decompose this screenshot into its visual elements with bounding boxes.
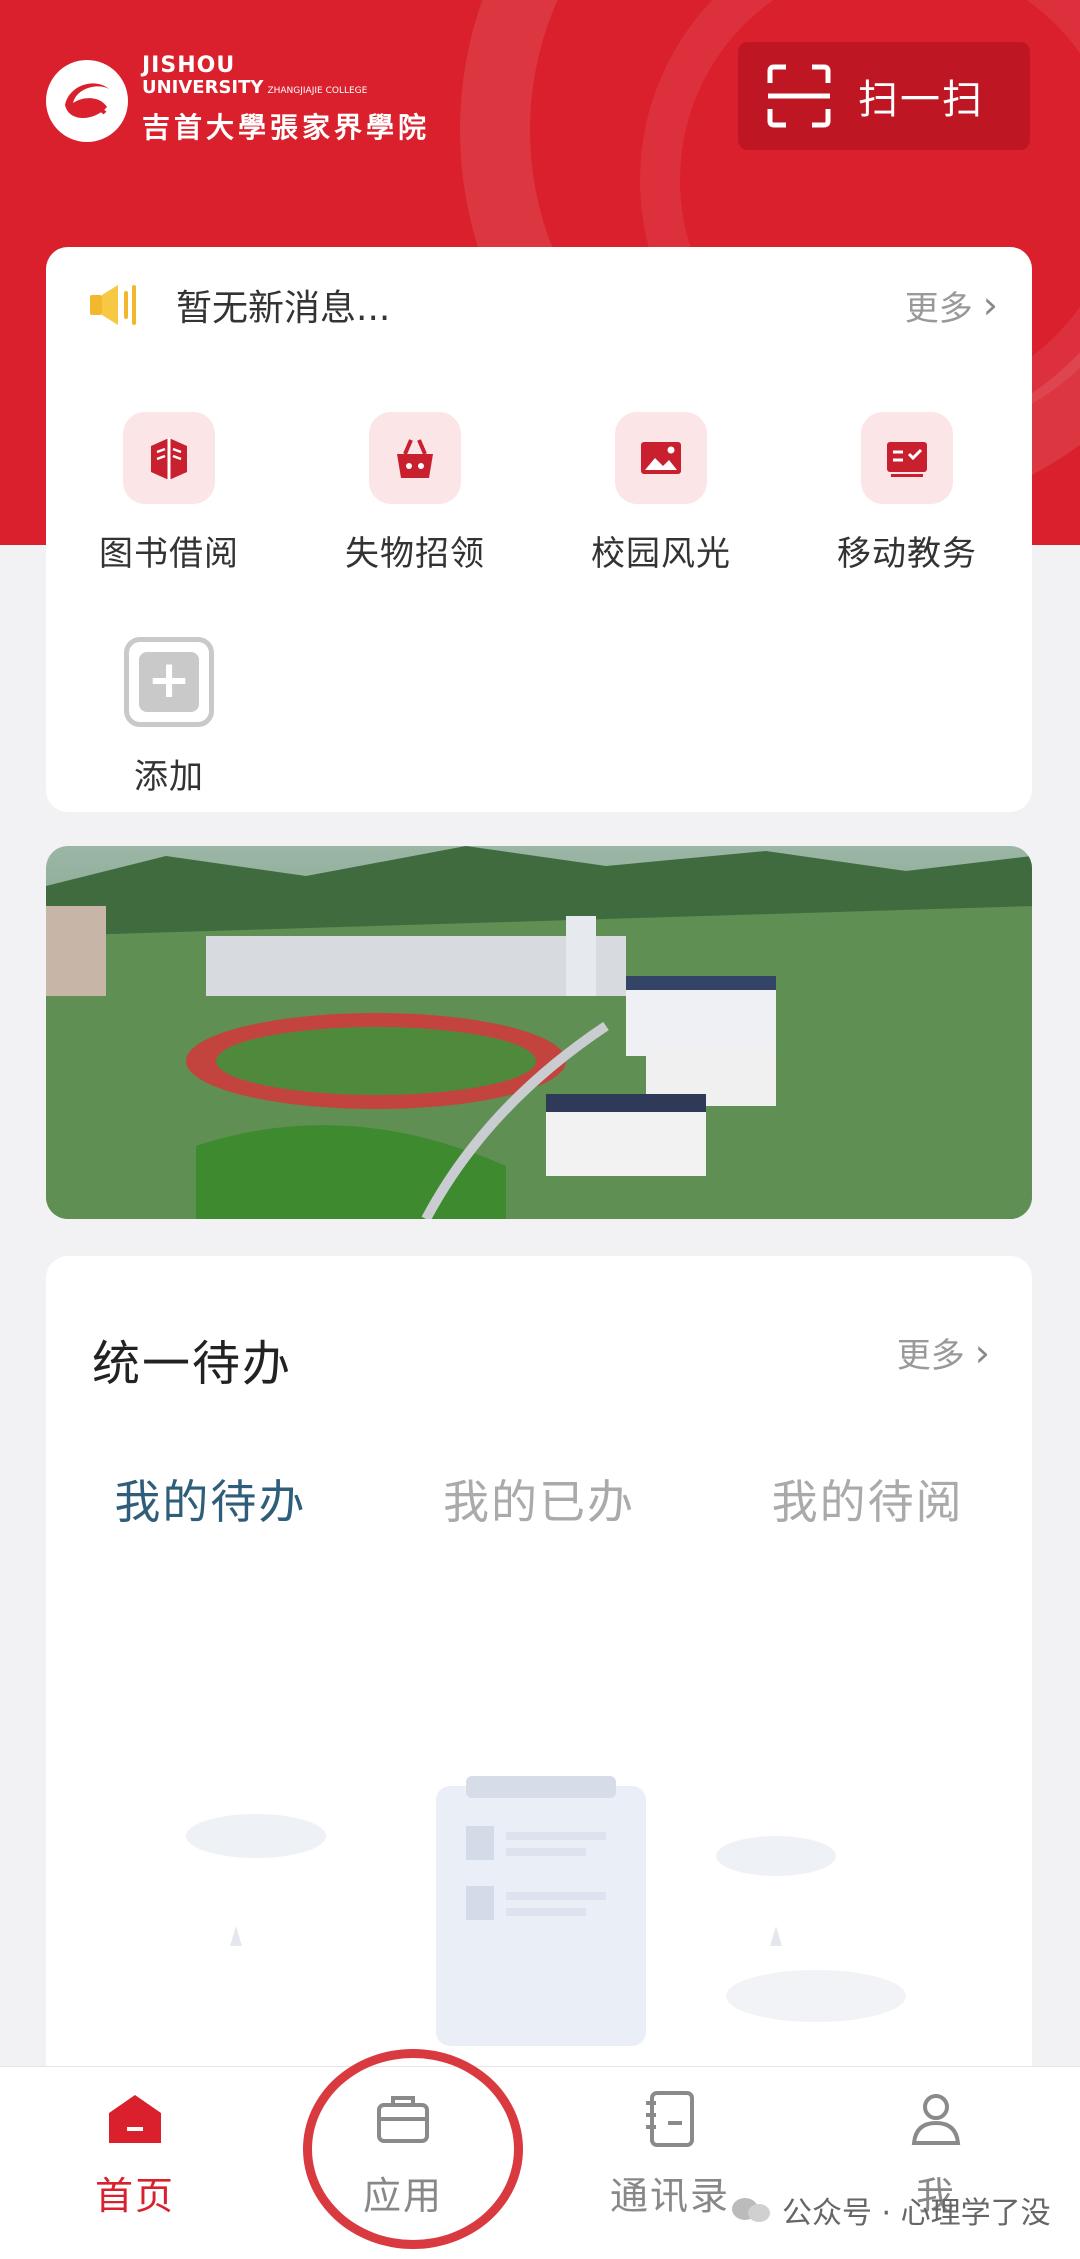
scan-icon — [767, 64, 831, 128]
quick-app-library[interactable]: 图书借阅 — [46, 412, 292, 575]
highlight-circle-annotation — [303, 2049, 523, 2249]
notice-bar[interactable]: 暂无新消息... 更多 › — [88, 277, 998, 333]
lost-found-basket-icon — [369, 412, 461, 504]
notice-more-link[interactable]: 更多 › — [905, 281, 998, 330]
notice-more-label: 更多 — [904, 288, 973, 329]
quick-app-label: 校园风光 — [591, 534, 731, 574]
empty-state-clipboard-icon — [186, 1776, 906, 2046]
tab-my-done[interactable]: 我的已办 — [375, 1466, 704, 1532]
add-icon: + — [124, 637, 214, 727]
nav-home[interactable]: 首页 — [35, 2087, 235, 2220]
home-icon — [109, 2095, 161, 2143]
campus-aerial-photo — [46, 846, 1032, 1219]
logo-english-line2: UNIVERSITY — [142, 77, 264, 98]
user-icon — [911, 2094, 961, 2145]
speaker-icon — [90, 285, 136, 325]
quick-app-label: 图书借阅 — [99, 534, 239, 574]
todo-title: 统一待办 — [92, 1336, 293, 1392]
tab-my-to-read[interactable]: 我的待阅 — [703, 1466, 1032, 1532]
university-logo-icon — [46, 59, 128, 142]
todo-more-link[interactable]: 更多 › — [897, 1328, 990, 1377]
scan-label: 扫一扫 — [858, 77, 984, 123]
chevron-right-icon: › — [982, 283, 998, 327]
campus-banner[interactable] — [46, 846, 1032, 1219]
nav-label: 首页 — [94, 2174, 175, 2218]
university-logo: JISHOU UNIVERSITY ZHANGJIAJIE COLLEGE 吉首大… — [46, 55, 430, 146]
todo-tabs: 我的待办 我的已办 我的待阅 — [46, 1466, 1032, 1532]
library-books-icon — [123, 412, 215, 504]
todo-card: 统一待办 更多 › 我的待办 我的已办 我的待阅 — [46, 1256, 1032, 2096]
campus-scenery-image-icon — [615, 412, 707, 504]
wechat-icon — [732, 2194, 772, 2226]
todo-more-label: 更多 — [896, 1336, 965, 1376]
quick-app-label: 添加 — [134, 757, 204, 797]
tab-my-todo[interactable]: 我的待办 — [46, 1466, 375, 1532]
watermark-text: 公众号 · 心理学了没 — [782, 2196, 1051, 2231]
chevron-right-icon: › — [974, 1330, 990, 1375]
quick-access-card: 暂无新消息... 更多 › 图书借阅 失物招领 校园风光 移动教务 + 添加 — [46, 247, 1032, 812]
notice-text: 暂无新消息... — [176, 288, 391, 329]
quick-app-label: 移动教务 — [837, 534, 977, 574]
logo-chinese-name: 吉首大學張家界學院 — [142, 111, 431, 144]
logo-english-sub: ZHANGJIAJIE COLLEGE — [267, 86, 368, 96]
quick-app-campus-scenery[interactable]: 校园风光 — [538, 412, 784, 575]
logo-english-line1: JISHOU — [142, 53, 236, 78]
quick-app-label: 失物招领 — [345, 534, 485, 574]
quick-app-lost-found[interactable]: 失物招领 — [292, 412, 538, 575]
scan-button[interactable]: 扫一扫 — [738, 42, 1030, 150]
quick-app-mobile-academic[interactable]: 移动教务 — [784, 412, 1030, 575]
watermark: 公众号 · 心理学了没 — [732, 2188, 1051, 2232]
contacts-book-icon — [646, 2091, 694, 2147]
mobile-academic-icon — [861, 412, 953, 504]
quick-app-add[interactable]: + 添加 — [46, 637, 292, 798]
